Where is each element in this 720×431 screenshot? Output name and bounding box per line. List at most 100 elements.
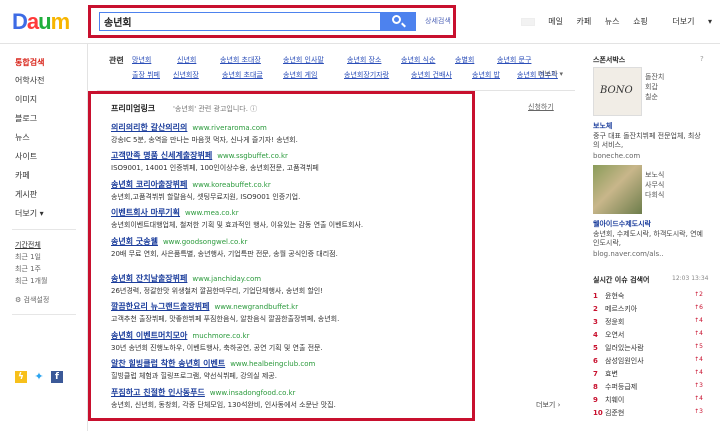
ad-desc: 힐빙클럽 체험과 힐링프로그램, 약선식뷔페, 강의실 제공. (111, 372, 277, 380)
trend-item[interactable]: 1 윤현숙 ↑2 (593, 291, 703, 301)
related-keyword[interactable]: 신년회장 (173, 70, 199, 80)
related-keyword[interactable]: 송년회 밥 (472, 70, 500, 80)
divider (12, 314, 76, 315)
nav-cafe[interactable]: 카페 (577, 17, 592, 26)
ad-url[interactable]: www.insadongfood.co.kr (210, 389, 296, 397)
detail-search-link[interactable]: 상세검색 (425, 16, 451, 26)
related-keyword[interactable]: 송년회 초대장 (220, 55, 261, 65)
left-nav-image[interactable]: 이미지 (15, 94, 37, 105)
related-keyword[interactable]: 송년회 건배사 (411, 70, 452, 80)
ad-title[interactable]: 송년회 잔치날출장뷔페 (111, 274, 187, 283)
trend-term: 일러있는사람 (605, 344, 644, 352)
help-icon[interactable]: ? (700, 55, 704, 63)
nav-news[interactable]: 뉴스 (605, 17, 620, 26)
left-nav-news[interactable]: 뉴스 (15, 132, 30, 143)
apply-link[interactable]: 신청하기 (528, 102, 554, 112)
related-keyword[interactable]: 출장 뷔페 (132, 70, 160, 80)
user-avatar[interactable] (520, 17, 535, 26)
trend-change: ↑4 (694, 356, 703, 363)
trend-item[interactable]: 9 치훼이 ↑4 (593, 395, 703, 405)
related-keyword[interactable]: 송년회 식순 (401, 55, 435, 65)
ad-url[interactable]: www.koreabuffet.co.kr (192, 181, 270, 189)
sponsor-image-1[interactable]: BONO (593, 67, 642, 116)
related-keyword[interactable]: 송년회장기자랑 (344, 70, 389, 80)
twitter-icon[interactable]: ✦ (33, 371, 45, 383)
related-keyword[interactable]: 송년회 인사말 (283, 55, 324, 65)
left-nav-board[interactable]: 게시판 (15, 189, 37, 200)
related-keyword[interactable]: 송별회 (455, 55, 474, 65)
ad-title[interactable]: 깔끔한요리 뉴그랜드출장뷔페 (111, 302, 209, 311)
nav-mail[interactable]: 메일 (548, 17, 563, 26)
ad-item: 송년회 이벤트머치모아 muchmore.co.kr 30년 송년회 진행노하우,… (111, 330, 323, 353)
header: Daum 상세검색 메일 카페 뉴스 쇼핑 더보기 ▾ (0, 0, 720, 44)
search-settings[interactable]: ⚙ 검색설정 (15, 295, 49, 305)
related-label: 관련 (109, 56, 124, 65)
trend-item[interactable]: 7 효변 ↑4 (593, 369, 703, 379)
related-more[interactable]: 더보기 ▾ (538, 69, 563, 79)
trend-change: ↑2 (694, 291, 703, 298)
ad-title[interactable]: 송년회 굿송웰 (111, 237, 158, 246)
search-input[interactable] (100, 13, 360, 30)
ad-title[interactable]: 알찬 힐빙클럽 착한 송년회 이벤트 (111, 359, 225, 368)
left-nav-cafe[interactable]: 카페 (15, 170, 30, 181)
ad-url[interactable]: muchmore.co.kr (192, 332, 249, 340)
trend-item[interactable]: 3 정윤회 ↑4 (593, 317, 703, 327)
ad-title[interactable]: 푸짐하고 친절한 인사동푸드 (111, 388, 205, 397)
trend-item[interactable]: 4 오연서 ↑4 (593, 330, 703, 340)
ad-url[interactable]: www.healbeingclub.com (230, 360, 315, 368)
search-button[interactable] (380, 12, 416, 31)
ad-url[interactable]: www.janchiday.com (192, 275, 261, 283)
period-all[interactable]: 기간전체 (15, 240, 41, 250)
ad-title[interactable]: 이벤트회사 마루기획 (111, 208, 180, 217)
trend-rank: 9 (593, 396, 598, 404)
related-keyword[interactable]: 송년회 장소 (347, 55, 381, 65)
left-nav-dictionary[interactable]: 어학사전 (15, 75, 44, 86)
ad-title[interactable]: 송년회 코리아출장뷔페 (111, 180, 187, 189)
sponsor-url-1[interactable]: boneche.com (593, 152, 640, 160)
trend-item[interactable]: 2 메르스키아 ↑6 (593, 304, 703, 314)
logo-letter: u (38, 9, 51, 34)
related-keyword[interactable]: 송년회 문구 (497, 55, 531, 65)
left-nav-all[interactable]: 통합검색 (15, 57, 44, 68)
left-nav-more[interactable]: 더보기 ▾ (15, 208, 44, 219)
ad-title[interactable]: 송년회 이벤트머치모아 (111, 331, 187, 340)
lightning-icon[interactable]: ϟ (15, 371, 27, 383)
sponsor-url-2[interactable]: blog.naver.com/als.. (593, 250, 664, 258)
facebook-icon[interactable]: f (51, 371, 63, 383)
period-1day[interactable]: 최근 1일 (15, 252, 41, 262)
sponsor-title-2[interactable]: 웰아이드수제도시락 (593, 219, 651, 229)
trend-item[interactable]: 10 김준현 ↑3 (593, 408, 703, 418)
ad-url[interactable]: www.newgrandbuffet.kr (214, 303, 298, 311)
related-keyword[interactable]: 송년회 초대글 (222, 70, 263, 80)
trend-title: 실시간 이슈 검색어 (593, 276, 650, 284)
caption-line: 돌잔치 (645, 73, 665, 81)
sponsor-title-1[interactable]: 보노체 (593, 121, 612, 131)
trend-change: ↑4 (694, 369, 703, 376)
ads-more-label: 더보기 (536, 401, 556, 409)
ad-url[interactable]: www.riveraroma.com (192, 124, 267, 132)
trend-item[interactable]: 5 일러있는사람 ↑5 (593, 343, 703, 353)
nav-shopping[interactable]: 쇼핑 (633, 17, 648, 26)
daum-logo[interactable]: Daum (12, 9, 70, 35)
sponsor-desc-1: 중구 대표 돌잔치뷔페 전문업체, 최상의 서비스, (593, 132, 701, 149)
related-keyword[interactable]: 망년회 (132, 55, 151, 65)
period-1month[interactable]: 최근 1개월 (15, 276, 47, 286)
nav-more[interactable]: 더보기 ▾ (661, 17, 712, 26)
left-nav-site[interactable]: 사이트 (15, 151, 37, 162)
related-keyword[interactable]: 신년회 (177, 55, 196, 65)
ad-desc: ISO9001, 14001 인증뷔페, 100인이상수용, 송년회전문, 고품… (111, 164, 319, 172)
ad-url[interactable]: www.goodsongwel.co.kr (163, 238, 247, 246)
trend-change: ↑3 (694, 382, 703, 389)
trend-item[interactable]: 8 수퍼등급제 ↑3 (593, 382, 703, 392)
ad-url[interactable]: www.mea.co.kr (185, 209, 239, 217)
ad-title[interactable]: 고객만족 명품 신세계출장뷔페 (111, 151, 212, 160)
left-nav-blog[interactable]: 블로그 (15, 113, 37, 124)
ads-more-link[interactable]: 더보기 › (536, 400, 560, 410)
ad-title[interactable]: 의리의리한 갈산의리의 (111, 123, 187, 132)
ad-url[interactable]: www.ssgbuffet.co.kr (217, 152, 288, 160)
trend-item[interactable]: 6 삼성임원인사 ↑4 (593, 356, 703, 366)
related-keyword[interactable]: 송년회 게임 (283, 70, 317, 80)
info-icon[interactable]: ⓘ (250, 105, 257, 113)
period-1week[interactable]: 최근 1주 (15, 264, 41, 274)
sponsor-image-2[interactable] (593, 165, 642, 214)
